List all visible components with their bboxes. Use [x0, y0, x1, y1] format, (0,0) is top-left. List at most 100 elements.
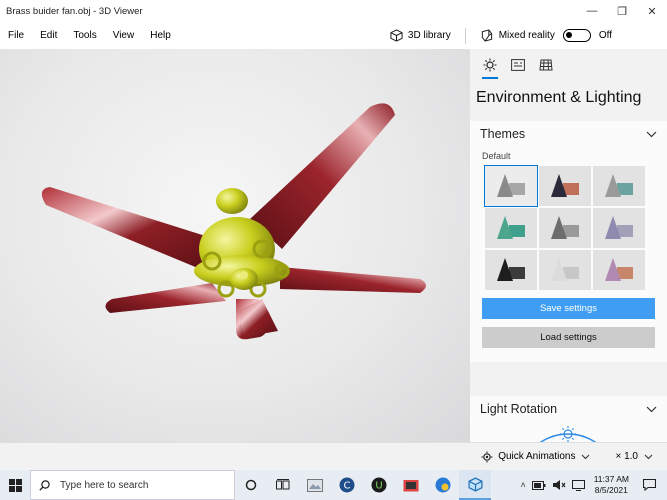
theme-thumbnail-mint[interactable] — [485, 208, 537, 248]
themes-section: Themes Default Save settings Load settin… — [470, 121, 667, 362]
mixed-reality-toggle[interactable] — [562, 29, 591, 42]
library-label: 3D library — [407, 30, 451, 41]
menu-file[interactable]: File — [8, 30, 24, 41]
save-settings-button[interactable]: Save settings — [482, 298, 655, 319]
clock-date: 8/5/2021 — [594, 485, 628, 495]
theme-preview-icon — [605, 216, 633, 239]
menu-bar: File Edit Tools View Help 3D library Mix… — [0, 22, 667, 49]
theme-thumbnail-steel[interactable] — [539, 208, 591, 248]
theme-grid — [470, 163, 667, 290]
theme-thumbnail-sunset[interactable] — [593, 250, 645, 290]
taskbar-clock[interactable]: 11:37 AM 8/5/2021 — [594, 474, 629, 496]
task-view-icon — [276, 479, 290, 490]
taskbar-search[interactable]: Type here to search — [30, 470, 235, 500]
theme-preview-icon — [551, 258, 579, 281]
theme-thumbnail-ghost[interactable] — [539, 250, 591, 290]
panel-tabs — [470, 49, 667, 79]
theme-preview-icon — [605, 174, 633, 197]
panel-title: Environment & Lighting — [476, 89, 642, 106]
store-app-icon — [403, 480, 419, 492]
cube-icon — [390, 29, 403, 42]
stats-icon — [511, 59, 525, 71]
theme-preview-icon — [551, 216, 579, 239]
tab-stats[interactable] — [504, 51, 532, 79]
mixed-reality-icon — [481, 29, 492, 42]
u-app-icon: U — [371, 477, 387, 493]
title-bar: Brass buider fan.obj - 3D Viewer — ❐ ✕ — [0, 0, 667, 22]
menu-help[interactable]: Help — [150, 30, 171, 41]
svg-text:U: U — [375, 481, 382, 492]
mixed-reality-label: Mixed reality — [498, 30, 555, 41]
taskbar-app-ccleaner[interactable]: C — [331, 470, 363, 500]
minimize-button[interactable]: — — [577, 0, 607, 22]
status-bar: Quick Animations × 1.0 — [0, 442, 667, 470]
theme-preview-icon — [605, 258, 633, 281]
themes-default-label: Default — [482, 151, 511, 161]
theme-preview-icon — [497, 174, 525, 197]
3d-viewport[interactable] — [0, 49, 470, 442]
close-button[interactable]: ✕ — [637, 0, 667, 22]
menu-items: File Edit Tools View Help — [0, 30, 187, 41]
system-tray: ˄ 11:37 AM 8/5/2021 — [517, 470, 667, 500]
light-rotation-dial[interactable] — [470, 422, 667, 442]
animation-icon — [481, 451, 493, 462]
theme-thumbnail-violet[interactable] — [593, 208, 645, 248]
windows-logo-icon — [8, 478, 22, 492]
section-gap — [470, 362, 667, 392]
tab-environment[interactable] — [476, 51, 504, 79]
theme-preview-icon — [497, 216, 525, 239]
light-rotation-section: Light Rotation — [470, 396, 667, 442]
taskbar-app-3d-viewer[interactable] — [459, 470, 491, 500]
taskbar-app-upwork[interactable]: U — [363, 470, 395, 500]
taskbar: Type here to search C U ˄ 11:37 AM 8/5/2… — [0, 470, 667, 500]
sun-icon — [483, 58, 497, 72]
chevron-down-icon — [646, 406, 657, 412]
ceiling-fan-model[interactable] — [0, 49, 470, 442]
chevron-down-icon — [644, 454, 653, 459]
theme-preview-icon — [497, 258, 525, 281]
theme-thumbnail-default[interactable] — [484, 165, 538, 207]
light-rotation-heading: Light Rotation — [480, 402, 558, 416]
light-rotation-header[interactable]: Light Rotation — [470, 396, 667, 422]
taskbar-app-photos[interactable] — [299, 470, 331, 500]
tray-chevron-up-icon[interactable]: ˄ — [520, 480, 525, 490]
theme-preview-icon — [551, 174, 579, 197]
environment-panel: Environment & Lighting Themes Default Sa… — [470, 49, 667, 442]
menu-edit[interactable]: Edit — [40, 30, 57, 41]
theme-thumbnail-noir[interactable] — [485, 250, 537, 290]
tab-grid[interactable] — [532, 51, 560, 79]
svg-text:C: C — [344, 481, 351, 492]
restore-button[interactable]: ❐ — [607, 0, 637, 22]
3d-viewer-app-icon — [467, 476, 483, 492]
zoom-level[interactable]: × 1.0 — [615, 451, 638, 462]
search-icon — [39, 479, 50, 491]
mixed-reality-state: Off — [598, 30, 612, 41]
ccleaner-app-icon: C — [339, 477, 355, 493]
grid-icon — [539, 59, 553, 71]
load-settings-button[interactable]: Load settings — [482, 327, 655, 348]
network-icon[interactable] — [571, 479, 585, 491]
menu-tools[interactable]: Tools — [73, 30, 96, 41]
cortana-button[interactable] — [235, 470, 267, 500]
window-controls: — ❐ ✕ — [577, 0, 667, 22]
taskbar-app-store[interactable] — [395, 470, 427, 500]
task-view-button[interactable] — [267, 470, 299, 500]
chevron-down-icon — [646, 131, 657, 137]
mixed-reality-button[interactable]: Mixed reality — [480, 29, 555, 42]
library-button[interactable]: 3D library — [390, 29, 451, 42]
chevron-down-icon — [582, 454, 590, 459]
notification-button[interactable] — [639, 479, 659, 491]
cortana-icon — [245, 479, 257, 491]
clock-time: 11:37 AM — [593, 474, 629, 484]
themes-header[interactable]: Themes — [470, 121, 667, 147]
volume-icon[interactable] — [552, 479, 566, 491]
theme-thumbnail-dusk[interactable] — [539, 166, 591, 206]
taskbar-app-browser[interactable] — [427, 470, 459, 500]
menu-view[interactable]: View — [113, 30, 135, 41]
browser-app-icon — [435, 477, 451, 493]
quick-animations-label: Quick Animations — [498, 451, 576, 462]
theme-thumbnail-teal[interactable] — [593, 166, 645, 206]
start-button[interactable] — [0, 470, 30, 500]
battery-icon[interactable] — [531, 480, 546, 490]
quick-animations-button[interactable]: Quick Animations — [481, 451, 595, 463]
